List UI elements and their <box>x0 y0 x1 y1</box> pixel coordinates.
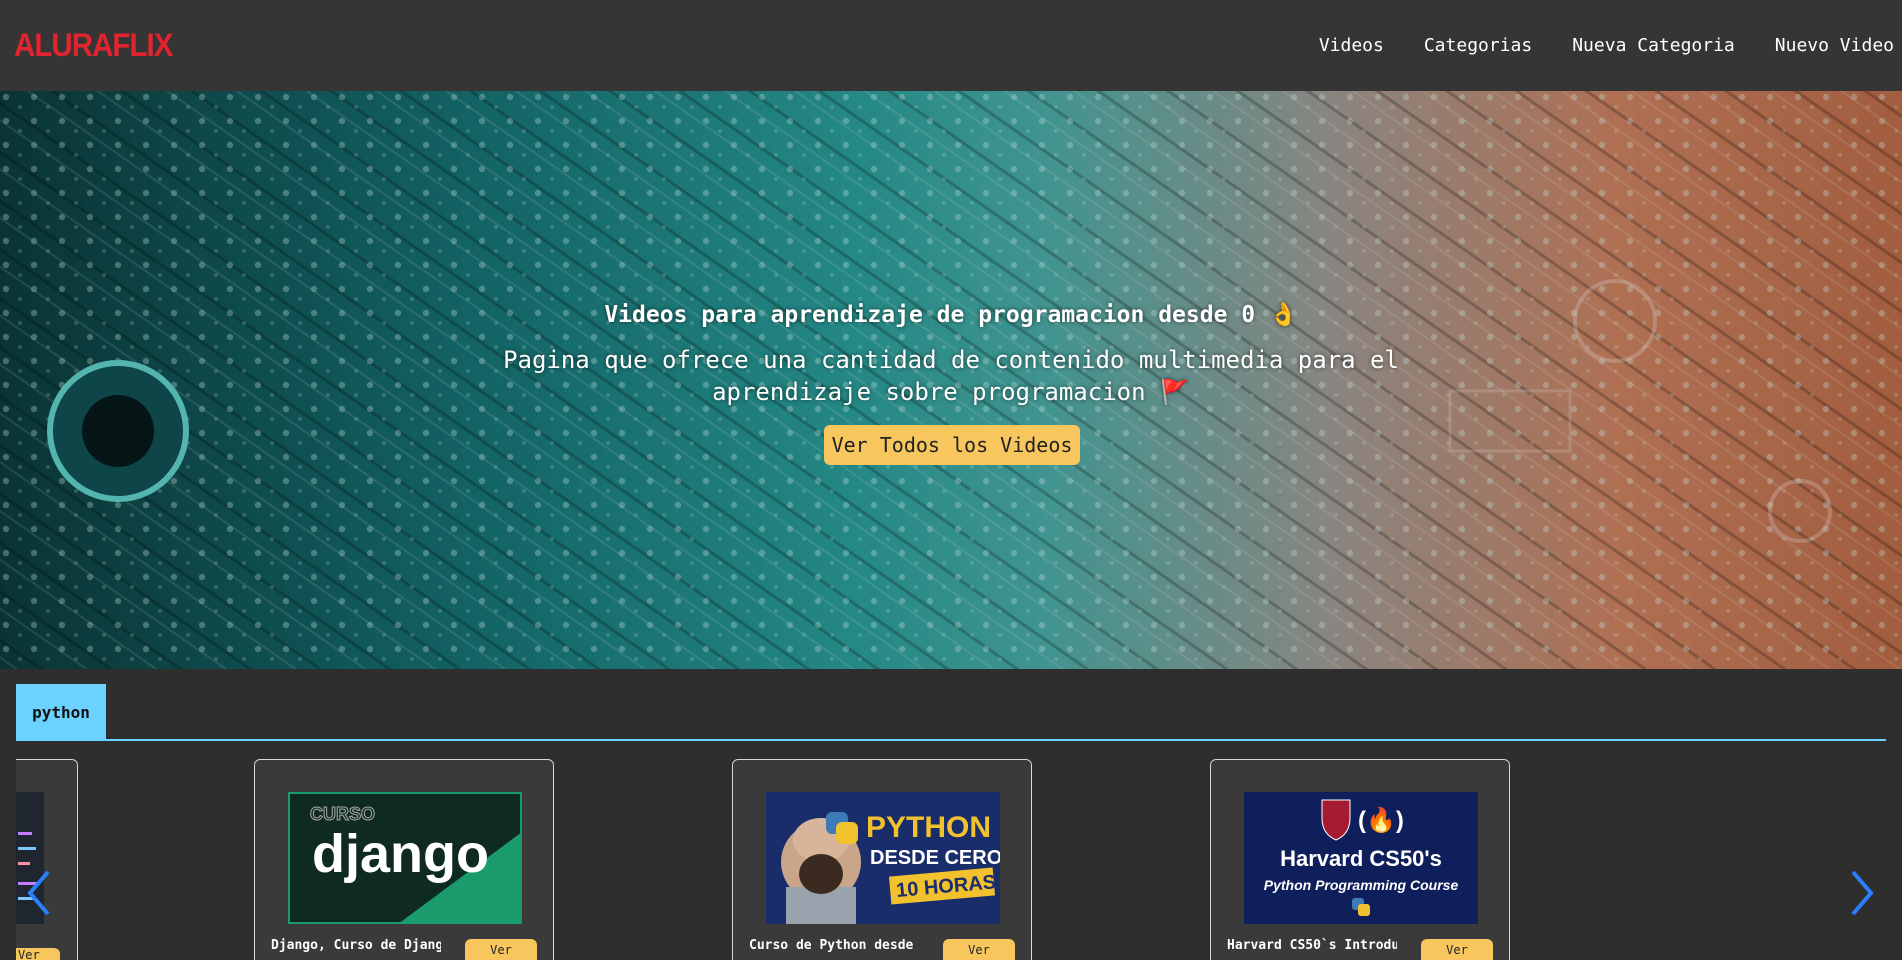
hero-banner: Videos para aprendizaje de programacion … <box>0 91 1902 669</box>
nav-videos[interactable]: Videos <box>1319 35 1384 56</box>
nav-nuevo-video[interactable]: Nuevo Video <box>1775 35 1894 56</box>
ver-button[interactable]: Ver <box>465 939 537 960</box>
nav-categorias[interactable]: Categorias <box>1424 35 1532 56</box>
video-thumbnail-django: CURSO django <box>288 792 522 924</box>
thumb-text-python: PYTHON <box>866 811 991 844</box>
ver-button[interactable]: Ver <box>16 948 60 960</box>
ver-todos-videos-button[interactable]: Ver Todos los Videos <box>824 425 1080 465</box>
video-card-python-desde-cero[interactable]: PYTHON DESDE CERO 10 HORAS Curso de Pyth… <box>732 759 1032 960</box>
nav-nueva-categoria[interactable]: Nueva Categoria <box>1572 35 1735 56</box>
top-header: ALURAFLIX Videos Categorias Nueva Catego… <box>0 0 1902 91</box>
video-card-title: Harvard CS50`s Introduction <box>1227 938 1397 953</box>
thumb-text-course: Python Programming Course <box>1264 877 1459 893</box>
hero-title: Videos para aprendizaje de programacion … <box>604 302 1298 328</box>
red-flag-emoji-icon: 🚩 <box>1160 378 1190 406</box>
chevron-left-icon[interactable] <box>24 868 54 918</box>
category-divider <box>16 739 1886 741</box>
video-card-title: Django, Curso de Django <box>271 938 441 953</box>
video-card-title: Curso de Python desde Cero <box>749 938 919 953</box>
ok-hand-emoji-icon: 👌 <box>1269 302 1298 328</box>
django-thumbnail-graphic: CURSO django <box>288 792 522 924</box>
thumb-text-harvard: Harvard CS50's <box>1280 846 1442 871</box>
ver-button[interactable]: Ver <box>943 939 1015 960</box>
thumb-text-django: django <box>312 824 489 884</box>
hero-content: Videos para aprendizaje de programacion … <box>0 91 1902 669</box>
video-thumbnail-harvard: (🔥) Harvard CS50's Python Programming Co… <box>1244 792 1478 924</box>
category-tab-python[interactable]: python <box>16 684 106 740</box>
thumb-text-desde-cero: DESDE CERO <box>870 847 1000 869</box>
video-card-django[interactable]: CURSO django Django, Curso de Django Ver <box>254 759 554 960</box>
python-thumbnail-graphic: PYTHON DESDE CERO 10 HORAS <box>766 792 1000 924</box>
harvard-thumbnail-graphic: (🔥) Harvard CS50's Python Programming Co… <box>1244 792 1478 924</box>
ver-button[interactable]: Ver <box>1421 939 1493 960</box>
main-nav: Videos Categorias Nueva Categoria Nuevo … <box>1319 35 1894 56</box>
video-card-harvard-cs50[interactable]: (🔥) Harvard CS50's Python Programming Co… <box>1210 759 1510 960</box>
aluraflix-logo[interactable]: ALURAFLIX <box>14 27 173 64</box>
freecodecamp-logo-icon: (🔥) <box>1358 806 1404 834</box>
video-thumbnail-python: PYTHON DESDE CERO 10 HORAS <box>766 792 1000 924</box>
chevron-right-icon[interactable] <box>1847 868 1877 918</box>
video-card-partial[interactable]: Ver <box>16 759 78 960</box>
thumb-text-curso: CURSO <box>310 804 375 824</box>
hero-subtitle: Pagina que ofrece una cantidad de conten… <box>503 346 1399 406</box>
